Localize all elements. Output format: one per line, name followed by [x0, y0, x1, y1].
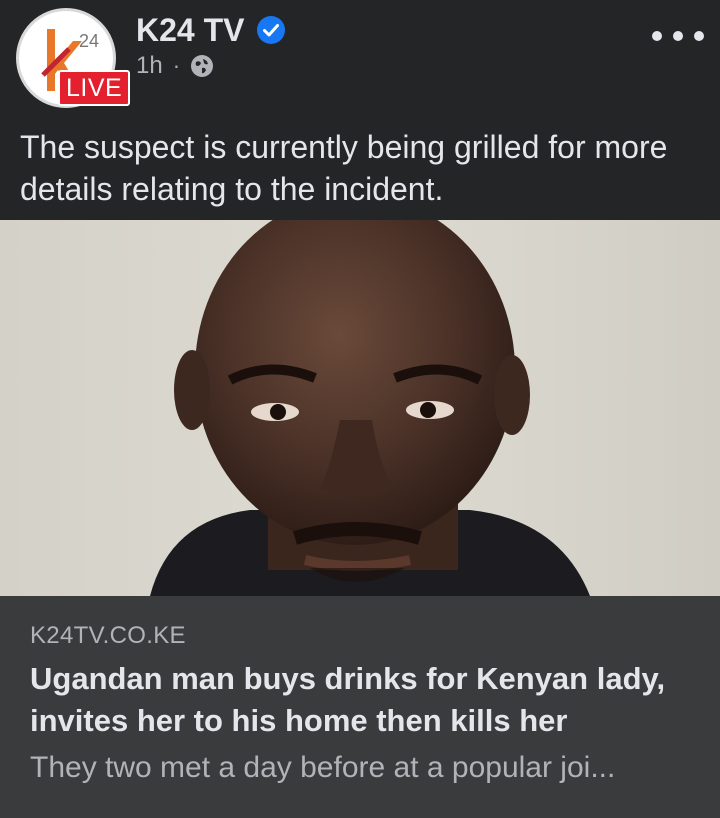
- meta-separator: ·: [172, 53, 181, 78]
- suspect-photo[interactable]: [0, 220, 720, 596]
- post-meta: 1h ·: [136, 52, 214, 80]
- post-timestamp[interactable]: 1h: [136, 52, 163, 80]
- page-avatar[interactable]: 24 LIVE: [16, 8, 131, 108]
- globe-icon[interactable]: [190, 54, 214, 78]
- link-domain: K24TV.CO.KE: [30, 622, 186, 649]
- link-title[interactable]: Ugandan man buys drinks for Kenyan lady,…: [30, 658, 700, 742]
- logo-number: 24: [79, 31, 99, 51]
- live-badge: LIVE: [58, 70, 131, 106]
- page-name[interactable]: K24 TV: [136, 12, 244, 49]
- post-header: 24 LIVE K24 TV 1h ·: [0, 0, 720, 120]
- post-caption: The suspect is currently being grilled f…: [20, 129, 668, 207]
- verified-badge-icon: [257, 16, 286, 44]
- link-preview-card[interactable]: K24TV.CO.KE Ugandan man buys drinks for …: [0, 596, 720, 818]
- page-name-row: K24 TV: [136, 10, 286, 50]
- link-description: They two met a day before at a popular j…: [30, 751, 616, 784]
- more-options-icon[interactable]: [652, 22, 704, 50]
